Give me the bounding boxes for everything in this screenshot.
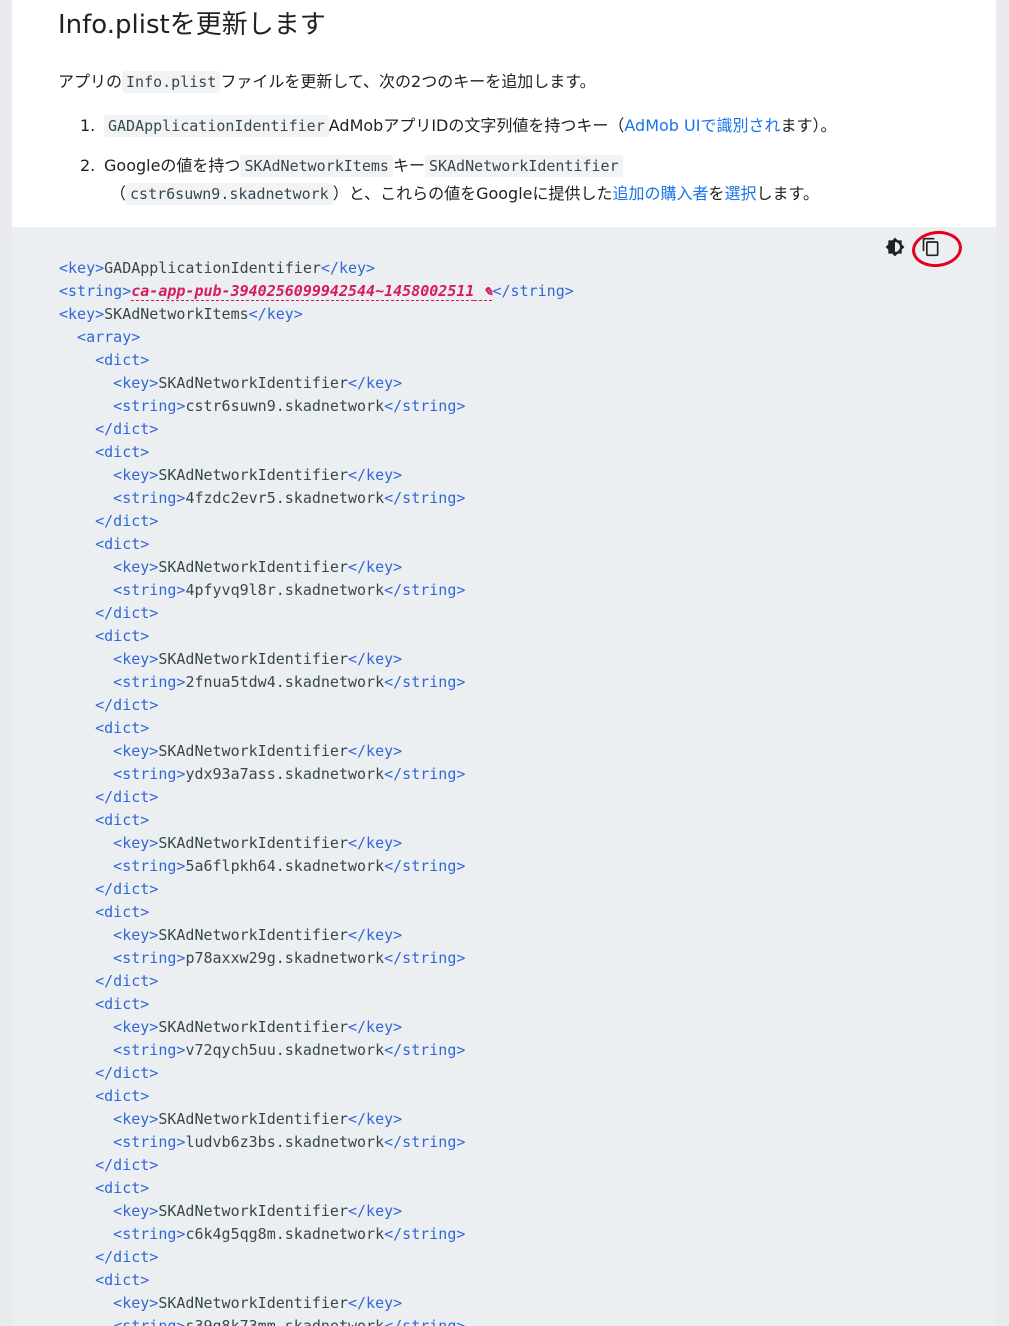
dict-key-line: <key>SKAdNetworkIdentifier</key> bbox=[59, 1110, 403, 1128]
code-block: <key>GADApplicationIdentifier</key> <stri… bbox=[12, 227, 996, 1326]
dict-open: <dict> bbox=[59, 903, 150, 921]
step-2-text-key: キー bbox=[392, 156, 425, 175]
network-identifier: 5a6flpkh64.skadnetwork bbox=[185, 857, 385, 875]
dict-string-line: <string>ydx93a7ass.skadnetwork</string> bbox=[59, 765, 466, 783]
dict-open: <dict> bbox=[59, 627, 150, 645]
dict-open: <dict> bbox=[59, 811, 150, 829]
dict-key-line: <key>SKAdNetworkIdentifier</key> bbox=[59, 1202, 403, 1220]
dict-close: </dict> bbox=[59, 1248, 159, 1266]
intro-text-after: ファイルを更新して、次の2つのキーを追加します。 bbox=[220, 72, 596, 91]
copy-icon-svg bbox=[922, 237, 939, 257]
step-1-text: AdMobアプリIDの文字列値を持つキー（ bbox=[328, 116, 625, 135]
dict-string-line: <string>ludvb6z3bs.skadnetwork</string> bbox=[59, 1133, 466, 1151]
network-identifier: s39g8k73mm.skadnetwork bbox=[185, 1317, 385, 1326]
dict-key-line: <key>SKAdNetworkIdentifier</key> bbox=[59, 926, 403, 944]
code-content: <key>GADApplicationIdentifier</key> <stri… bbox=[59, 257, 574, 1326]
dict-key-line: <key>SKAdNetworkIdentifier</key> bbox=[59, 742, 403, 760]
step-2-paren-open: （ bbox=[110, 184, 127, 203]
intro-text-before: アプリの bbox=[58, 72, 123, 91]
step-number: 1. bbox=[80, 116, 96, 135]
dict-key: SKAdNetworkIdentifier bbox=[158, 650, 348, 668]
dict-open: <dict> bbox=[59, 719, 150, 737]
network-identifier: v72qych5uu.skadnetwork bbox=[185, 1041, 385, 1059]
step-2-text-end: します。 bbox=[756, 184, 819, 203]
step-number: 2. bbox=[80, 156, 96, 175]
intro-paragraph: アプリの Info.plist ファイルを更新して、次の2つのキーを追加します。 bbox=[58, 70, 596, 94]
additional-buyers-link[interactable]: 追加の購入者 bbox=[613, 184, 709, 203]
dict-open: <dict> bbox=[59, 351, 150, 369]
dict-string-line: <string>p78axxw29g.skadnetwork</string> bbox=[59, 949, 466, 967]
dict-string-line: <string>v72qych5uu.skadnetwork</string> bbox=[59, 1041, 466, 1059]
dict-key-line: <key>SKAdNetworkIdentifier</key> bbox=[59, 1294, 403, 1312]
step-1-text-end: ます）。 bbox=[780, 116, 837, 135]
dict-key-line: <key>SKAdNetworkIdentifier</key> bbox=[59, 834, 403, 852]
dict-string-line: <string>s39g8k73mm.skadnetwork</string> bbox=[59, 1315, 574, 1326]
network-identifier: cstr6suwn9.skadnetwork bbox=[185, 397, 385, 415]
page-title: Info.plistを更新します bbox=[58, 10, 326, 40]
network-identifier: p78axxw29g.skadnetwork bbox=[185, 949, 385, 967]
dict-open: <dict> bbox=[59, 443, 150, 461]
dict-close: </dict> bbox=[59, 420, 159, 438]
dict-close: </dict> bbox=[59, 604, 159, 622]
dict-open: <dict> bbox=[59, 1087, 150, 1105]
dict-open: <dict> bbox=[59, 995, 150, 1013]
step-2-code-identifier: SKAdNetworkIdentifier bbox=[424, 155, 623, 177]
dict-key: SKAdNetworkIdentifier bbox=[158, 742, 348, 760]
dict-key-line: <key>SKAdNetworkIdentifier</key> bbox=[59, 1018, 403, 1036]
dict-list: <dict> <key>SKAdNetworkIdentifier</key> … bbox=[59, 349, 574, 1326]
app-id-value[interactable]: ca-app-pub-3940256099942544~1458002511 bbox=[131, 282, 475, 301]
brightness-icon[interactable] bbox=[881, 233, 909, 261]
dict-close: </dict> bbox=[59, 788, 159, 806]
pencil-icon[interactable]: ✎ bbox=[474, 282, 493, 301]
network-identifier: ludvb6z3bs.skadnetwork bbox=[185, 1133, 385, 1151]
dict-key: SKAdNetworkIdentifier bbox=[158, 374, 348, 392]
dict-string-line: <string>2fnua5tdw4.skadnetwork</string> bbox=[59, 673, 466, 691]
code-key-app-id: GADApplicationIdentifier bbox=[104, 259, 321, 277]
network-identifier: 4pfyvq9l8r.skadnetwork bbox=[185, 581, 385, 599]
dict-close: </dict> bbox=[59, 880, 159, 898]
dict-open: <dict> bbox=[59, 1179, 150, 1197]
dict-key-line: <key>SKAdNetworkIdentifier</key> bbox=[59, 374, 403, 392]
dict-close: </dict> bbox=[59, 1156, 159, 1174]
dict-key: SKAdNetworkIdentifier bbox=[158, 926, 348, 944]
code-key-items: SKAdNetworkItems bbox=[104, 305, 249, 323]
dict-key: SKAdNetworkIdentifier bbox=[158, 1202, 348, 1220]
dict-key: SKAdNetworkIdentifier bbox=[158, 1018, 348, 1036]
network-identifier: 4fzdc2evr5.skadnetwork bbox=[185, 489, 385, 507]
dict-key: SKAdNetworkIdentifier bbox=[158, 466, 348, 484]
dict-close: </dict> bbox=[59, 972, 159, 990]
dict-key-line: <key>SKAdNetworkIdentifier</key> bbox=[59, 650, 403, 668]
step-2-text-wo: を bbox=[708, 184, 725, 203]
dict-string-line: <string>c6k4g5qg8m.skadnetwork</string> bbox=[59, 1225, 466, 1243]
content-page: Info.plistを更新します アプリの Info.plist ファイルを更新して… bbox=[12, 0, 996, 1326]
step-2-code-items: SKAdNetworkItems bbox=[240, 155, 393, 177]
step-2-text: Googleの値を持つ bbox=[104, 156, 241, 175]
brightness-icon-svg bbox=[885, 237, 905, 257]
dict-close: </dict> bbox=[59, 696, 159, 714]
dict-key: SKAdNetworkIdentifier bbox=[158, 834, 348, 852]
dict-string-line: <string>4pfyvq9l8r.skadnetwork</string> bbox=[59, 581, 466, 599]
dict-key: SKAdNetworkIdentifier bbox=[158, 1110, 348, 1128]
dict-string-line: <string>5a6flpkh64.skadnetwork</string> bbox=[59, 857, 466, 875]
dict-open: <dict> bbox=[59, 535, 150, 553]
dict-key-line: <key>SKAdNetworkIdentifier</key> bbox=[59, 466, 403, 484]
copy-icon[interactable] bbox=[917, 233, 945, 261]
admob-ui-link[interactable]: AdMob UIで識別され bbox=[624, 116, 780, 135]
intro-code: Info.plist bbox=[122, 71, 221, 93]
step-2-code-value: cstr6suwn9.skadnetwork bbox=[126, 183, 333, 205]
network-identifier: c6k4g5qg8m.skadnetwork bbox=[185, 1225, 385, 1243]
dict-close: </dict> bbox=[59, 512, 159, 530]
network-identifier: ydx93a7ass.skadnetwork bbox=[185, 765, 385, 783]
dict-open: <dict> bbox=[59, 1271, 150, 1289]
step-2-text-mid: ）と、これらの値をGoogleに提供した bbox=[332, 184, 613, 203]
select-link[interactable]: 選択 bbox=[725, 184, 757, 203]
dict-string-line: <string>cstr6suwn9.skadnetwork</string> bbox=[59, 397, 466, 415]
dict-string-line: <string>4fzdc2evr5.skadnetwork</string> bbox=[59, 489, 466, 507]
step-1-code: GADApplicationIdentifier bbox=[104, 115, 329, 137]
dict-key: SKAdNetworkIdentifier bbox=[158, 558, 348, 576]
dict-close: </dict> bbox=[59, 1064, 159, 1082]
dict-key-line: <key>SKAdNetworkIdentifier</key> bbox=[59, 558, 403, 576]
network-identifier: 2fnua5tdw4.skadnetwork bbox=[185, 673, 385, 691]
dict-key: SKAdNetworkIdentifier bbox=[158, 1294, 348, 1312]
